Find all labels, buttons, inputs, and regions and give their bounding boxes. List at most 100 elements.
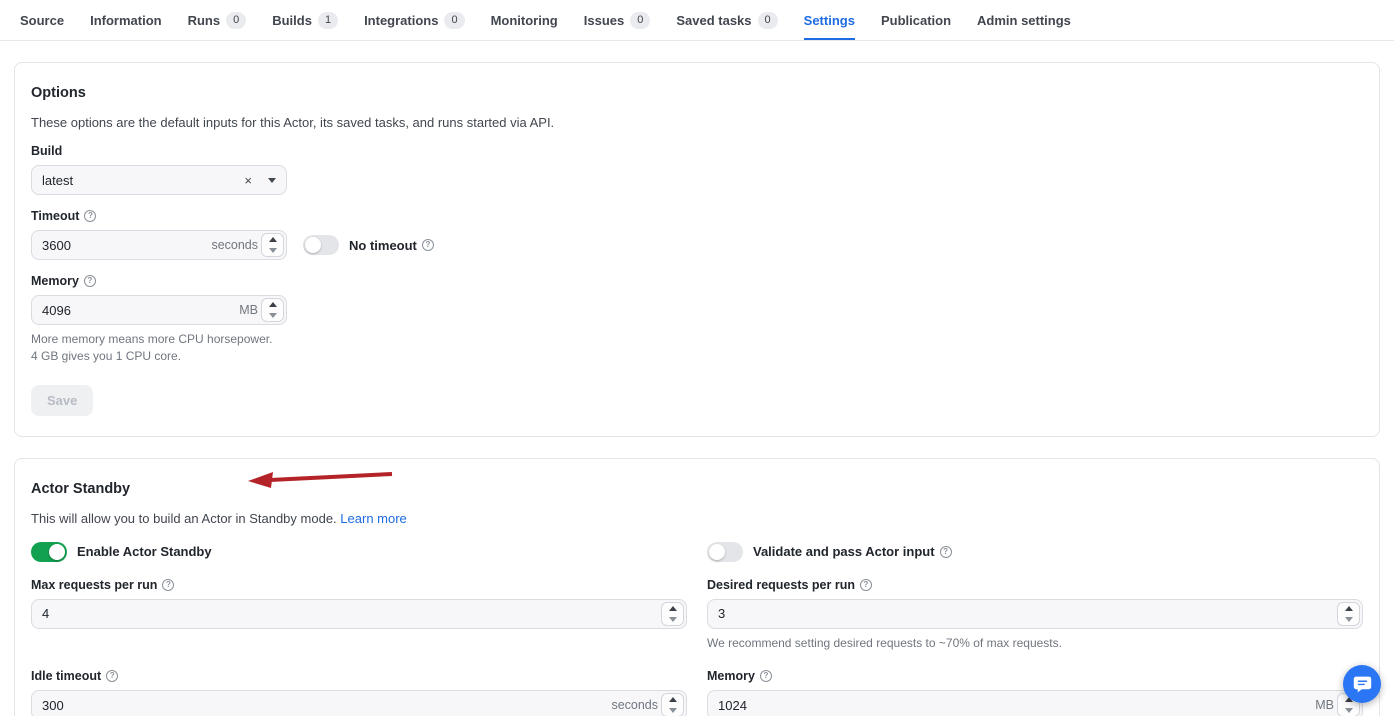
tab-monitoring[interactable]: Monitoring [491,0,558,40]
no-timeout-label: No timeout ? [349,238,434,253]
stepper-up-button[interactable] [262,234,283,245]
idle-timeout-input[interactable] [42,698,611,713]
max-requests-input[interactable] [42,606,658,621]
tab-issues[interactable]: Issues 0 [584,0,651,40]
clear-icon[interactable]: × [242,173,254,188]
stepper-up-button[interactable] [662,603,683,614]
info-icon[interactable]: ? [106,670,118,682]
tab-label: Saved tasks [676,13,751,28]
standby-memory-label: Memory ? [707,669,1363,683]
info-icon[interactable]: ? [84,275,96,287]
enable-actor-standby-label: Enable Actor Standby [77,544,212,559]
timeout-unit: seconds [211,238,258,252]
memory-stepper [261,298,284,322]
arrow-up-icon [1345,606,1353,611]
standby-memory-unit: MB [1315,698,1334,712]
issues-count-badge: 0 [630,12,650,29]
stepper-down-button[interactable] [262,310,283,321]
enable-standby-toggle-row: Enable Actor Standby [31,542,687,562]
stepper-down-button[interactable] [662,614,683,625]
info-icon[interactable]: ? [760,670,772,682]
standby-memory-input-wrap: MB [707,690,1363,716]
info-icon[interactable]: ? [860,579,872,591]
integrations-count-badge: 0 [444,12,464,29]
idle-timeout-stepper [661,693,684,716]
tab-settings[interactable]: Settings [804,0,855,40]
max-requests-input-wrap [31,599,687,629]
chat-icon [1353,675,1372,694]
tab-label: Integrations [364,13,438,28]
desired-requests-input[interactable] [718,606,1334,621]
desired-requests-input-wrap [707,599,1363,629]
options-card-description: These options are the default inputs for… [31,115,1363,130]
build-select-value: latest [42,173,73,188]
tab-admin-settings[interactable]: Admin settings [977,0,1071,40]
memory-helper: More memory means more CPU horsepower. 4… [31,331,1363,365]
arrow-up-icon [269,237,277,242]
idle-timeout-unit: seconds [611,698,658,712]
chat-launcher-button[interactable] [1343,665,1381,703]
stepper-down-button[interactable] [662,705,683,716]
tab-publication[interactable]: Publication [881,0,951,40]
max-requests-stepper [661,602,684,626]
tab-information[interactable]: Information [90,0,162,40]
arrow-down-icon [269,313,277,318]
tab-label: Builds [272,13,312,28]
memory-input-wrap: MB [31,295,287,325]
options-card-title: Options [31,85,1363,101]
enable-actor-standby-toggle[interactable] [31,542,67,562]
learn-more-link[interactable]: Learn more [340,511,406,526]
tab-label: Issues [584,13,624,28]
idle-timeout-field: Idle timeout ? seconds [31,655,687,716]
tab-builds[interactable]: Builds1 [272,0,338,40]
chevron-down-icon[interactable] [268,178,276,183]
stepper-up-button[interactable] [262,299,283,310]
tab-source[interactable]: Source [20,0,64,40]
info-icon[interactable]: ? [162,579,174,591]
standby-memory-field: Memory ? MB More memory means more CPU h… [707,655,1363,716]
tab-label: Monitoring [491,13,558,28]
tab-label: Admin settings [977,13,1071,28]
idle-timeout-label: Idle timeout ? [31,669,687,683]
options-card: Options These options are the default in… [14,62,1380,437]
build-select[interactable]: latest × [31,165,287,195]
save-button[interactable]: Save [31,385,93,416]
tab-runs[interactable]: Runs0 [188,0,247,40]
idle-timeout-input-wrap: seconds [31,690,687,716]
stepper-up-button[interactable] [1338,603,1359,614]
validate-input-toggle-row: Validate and pass Actor input ? [707,542,1363,562]
arrow-down-icon [669,617,677,622]
stepper-down-button[interactable] [1338,614,1359,625]
tab-label: Settings [804,13,855,28]
standby-memory-input[interactable] [718,698,1315,713]
timeout-label: Timeout ? [31,209,1363,223]
stepper-up-button[interactable] [662,694,683,705]
stepper-down-button[interactable] [1338,705,1359,716]
tab-label: Publication [881,13,951,28]
stepper-down-button[interactable] [262,245,283,256]
saved-tasks-count-badge: 0 [758,12,778,29]
timeout-input[interactable] [42,238,211,253]
toggle-knob [305,237,321,253]
validate-actor-input-toggle[interactable] [707,542,743,562]
timeout-stepper [261,233,284,257]
validate-actor-input-label: Validate and pass Actor input ? [753,544,952,559]
tab-integrations[interactable]: Integrations 0 [364,0,465,40]
toggle-knob [709,544,725,560]
info-icon[interactable]: ? [940,546,952,558]
build-label: Build [31,144,1363,158]
memory-unit: MB [239,303,258,317]
info-icon[interactable]: ? [84,210,96,222]
timeout-input-wrap: seconds [31,230,287,260]
tab-label: Source [20,13,64,28]
memory-input[interactable] [42,303,239,318]
memory-label: Memory ? [31,274,1363,288]
desired-requests-stepper [1337,602,1360,626]
info-icon[interactable]: ? [422,239,434,251]
runs-count-badge: 0 [226,12,246,29]
no-timeout-toggle[interactable] [303,235,339,255]
desired-requests-helper: We recommend setting desired requests to… [707,635,1363,652]
tab-saved-tasks[interactable]: Saved tasks 0 [676,0,777,40]
desired-requests-field: Desired requests per run ? We recommend … [707,564,1363,652]
arrow-down-icon [1345,617,1353,622]
